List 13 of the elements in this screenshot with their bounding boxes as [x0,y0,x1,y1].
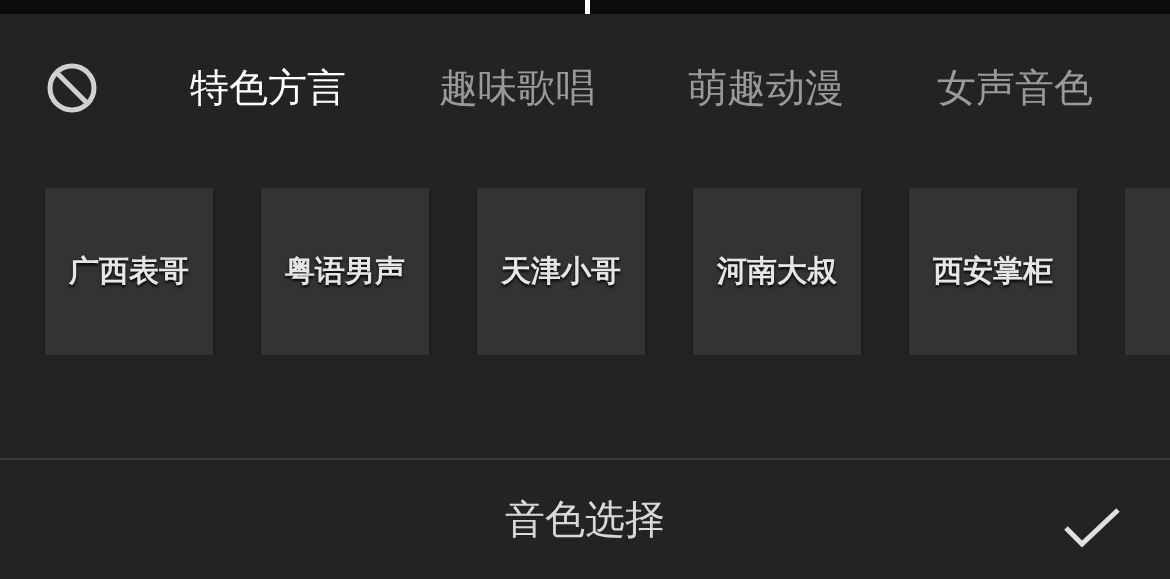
voice-card[interactable]: 广西表哥 [45,188,213,355]
category-tab[interactable]: 趣味歌唱 [439,61,595,115]
category-tab[interactable]: 女声音色 [937,61,1093,115]
category-tab[interactable]: 萌趣动漫 [688,61,844,115]
category-tab[interactable]: 特色方言 [190,61,346,115]
timeline-bar[interactable] [0,0,1170,14]
voice-card[interactable]: 粤语男声 [261,188,429,355]
playhead[interactable] [585,0,590,14]
no-effect-icon[interactable] [46,62,98,114]
panel-title: 音色选择 [505,495,665,544]
voice-card[interactable]: 河南大叔 [693,188,861,355]
voice-card[interactable]: 天津小哥 [477,188,645,355]
voice-card[interactable]: 西安掌柜 [909,188,1077,355]
